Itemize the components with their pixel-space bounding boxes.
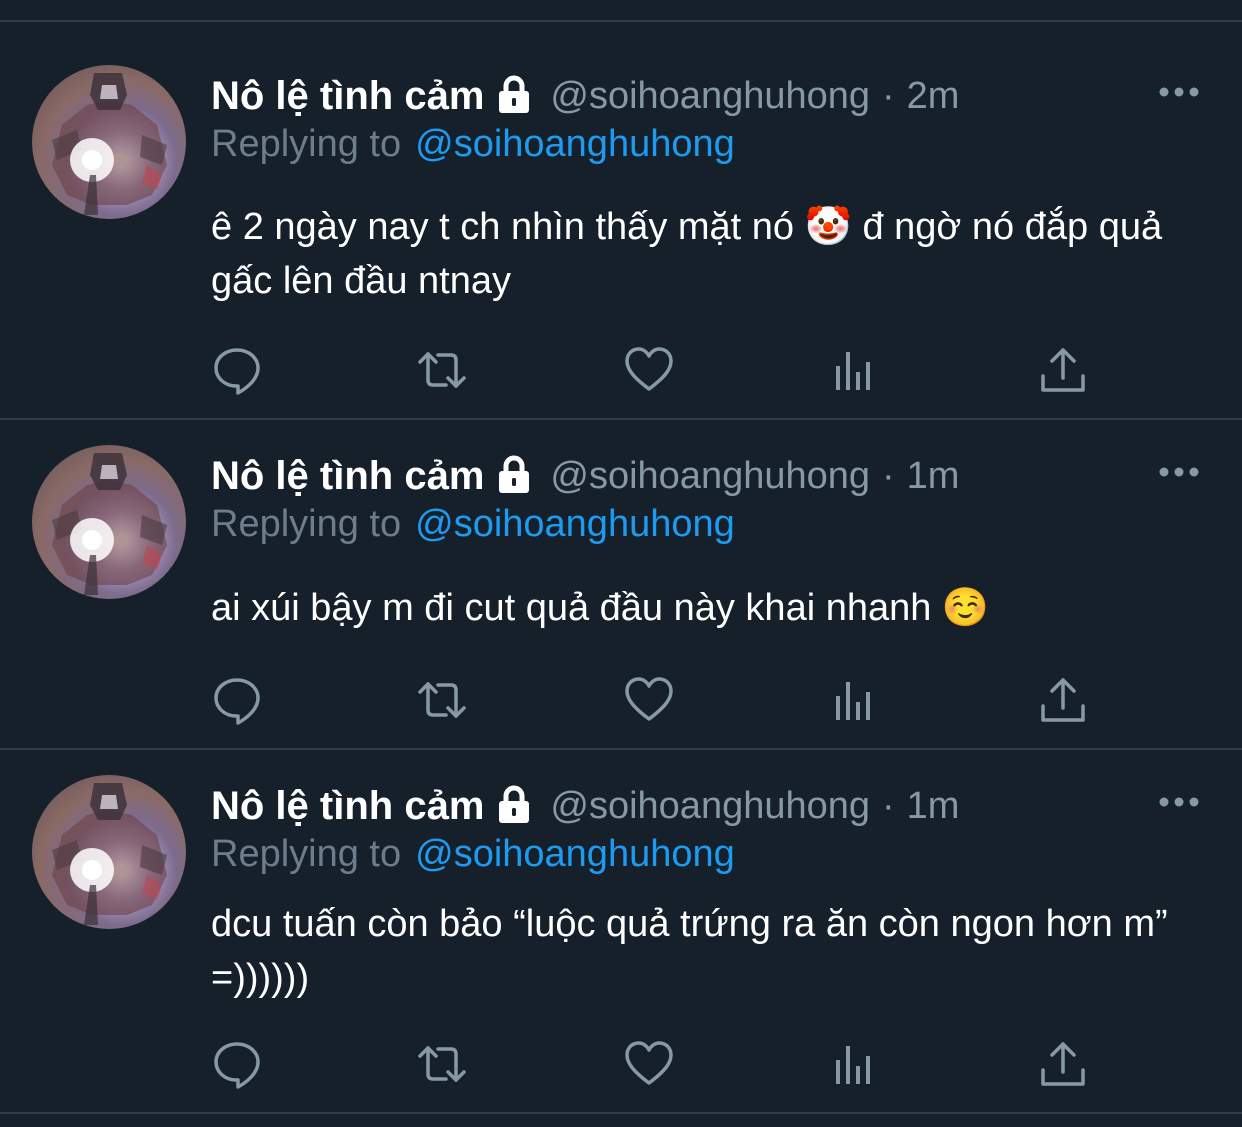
like-icon[interactable] [623, 674, 675, 726]
tweet[interactable]: Nô lệ tình cảm @soihoanghuhong · 1m Repl… [0, 420, 1242, 750]
action-bar [211, 674, 1111, 726]
lock-icon [494, 454, 534, 499]
share-icon[interactable] [1037, 1038, 1089, 1090]
more-icon[interactable] [1158, 82, 1200, 102]
action-bar [211, 344, 1111, 396]
separator: · [882, 454, 895, 497]
replying-to-handle[interactable]: @soihoanghuhong [415, 833, 735, 876]
tweet-text: dcu tuấn còn bảo “luộc quả trứng ra ăn c… [211, 903, 1168, 999]
handle[interactable]: @soihoanghuhong [550, 455, 870, 498]
reply-icon[interactable] [211, 1038, 263, 1090]
lock-icon [494, 784, 534, 829]
tweet-header: Nô lệ tình cảm @soihoanghuhong · 1m [211, 451, 959, 501]
reply-icon[interactable] [211, 674, 263, 726]
share-icon[interactable] [1037, 674, 1089, 726]
more-icon[interactable] [1158, 792, 1200, 812]
replying-to-label: Replying to [211, 122, 402, 165]
analytics-icon[interactable] [830, 344, 882, 396]
share-icon[interactable] [1037, 344, 1089, 396]
like-icon[interactable] [623, 344, 675, 396]
avatar-image [52, 453, 167, 595]
more-icon[interactable] [1158, 462, 1200, 482]
avatar-image [52, 73, 167, 215]
avatar[interactable] [32, 445, 186, 599]
tweet[interactable]: Nô lệ tình cảm @soihoanghuhong · 1m Repl… [0, 750, 1242, 1114]
tweet-header: Nô lệ tình cảm @soihoanghuhong · 2m [211, 71, 959, 121]
analytics-icon[interactable] [830, 674, 882, 726]
avatar[interactable] [32, 65, 186, 219]
separator: · [882, 784, 895, 827]
replying-to: Replying to @soihoanghuhong [211, 829, 735, 879]
display-name[interactable]: Nô lệ tình cảm [211, 784, 484, 829]
handle[interactable]: @soihoanghuhong [550, 785, 870, 828]
reply-icon[interactable] [211, 344, 263, 396]
avatar-image [52, 783, 167, 925]
display-name[interactable]: Nô lệ tình cảm [211, 74, 484, 119]
tweet-text: ê 2 ngày nay t ch nhìn thấy mặt nó 🤡 đ n… [211, 206, 1163, 302]
tweet-header: Nô lệ tình cảm @soihoanghuhong · 1m [211, 781, 959, 831]
replying-to: Replying to @soihoanghuhong [211, 499, 735, 549]
tweet-text: ai xúi bậy m đi cut quả đầu này khai nha… [211, 587, 990, 629]
separator: · [882, 74, 895, 117]
retweet-icon[interactable] [416, 344, 468, 396]
replying-to-handle[interactable]: @soihoanghuhong [415, 123, 735, 166]
display-name[interactable]: Nô lệ tình cảm [211, 454, 484, 499]
timestamp[interactable]: 1m [907, 455, 960, 498]
replying-to: Replying to @soihoanghuhong [211, 119, 735, 169]
timestamp[interactable]: 1m [907, 785, 960, 828]
tweet[interactable]: Nô lệ tình cảm @soihoanghuhong · 2m Repl… [0, 22, 1242, 420]
lock-icon [494, 74, 534, 119]
retweet-icon[interactable] [416, 1038, 468, 1090]
handle[interactable]: @soihoanghuhong [550, 75, 870, 118]
replying-to-label: Replying to [211, 502, 402, 545]
replying-to-label: Replying to [211, 832, 402, 875]
replying-to-handle[interactable]: @soihoanghuhong [415, 503, 735, 546]
timestamp[interactable]: 2m [907, 75, 960, 118]
analytics-icon[interactable] [830, 1038, 882, 1090]
like-icon[interactable] [623, 1038, 675, 1090]
retweet-icon[interactable] [416, 674, 468, 726]
avatar[interactable] [32, 775, 186, 929]
action-bar [211, 1038, 1111, 1090]
